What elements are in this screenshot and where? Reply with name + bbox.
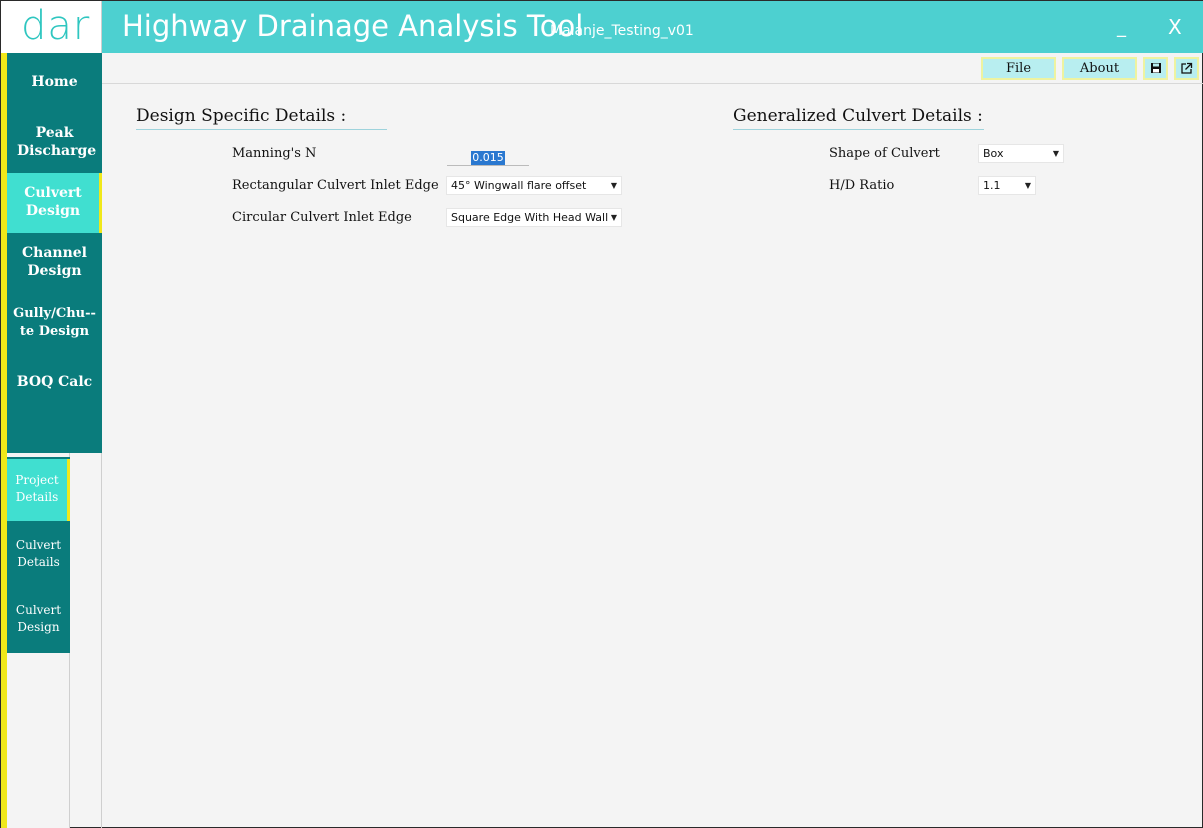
nav-item-boq-calc[interactable]: BOQ Calc	[7, 373, 102, 395]
minimize-button[interactable]: _	[1117, 17, 1126, 38]
sub-nav-item-label: Culvert Details	[15, 538, 62, 569]
nav-item-peak-discharge[interactable]: Peak Discharge	[7, 124, 102, 164]
nav-item-channel-design[interactable]: Channel Design	[7, 244, 102, 284]
nav-item-culvert-design[interactable]: Culvert Design	[7, 173, 102, 233]
close-button[interactable]: X	[1168, 15, 1182, 39]
export-button[interactable]	[1174, 57, 1199, 80]
mannings-n-label: Manning's N	[232, 146, 317, 161]
nav-item-gully-chute-design[interactable]: Gully/Chu--te Design	[7, 305, 102, 345]
hd-ratio-value: 1.1	[983, 179, 1001, 192]
nav-item-home[interactable]: Home	[7, 73, 102, 95]
file-button[interactable]: File	[981, 57, 1056, 80]
nav-item-label: Channel Design	[22, 245, 87, 279]
chevron-down-icon: ▼	[610, 181, 617, 190]
mannings-n-input[interactable]: 0.015	[447, 146, 529, 166]
sub-nav-item-culvert-design[interactable]: Culvert Design	[7, 602, 70, 642]
circ-inlet-value: Square Edge With Head Wall	[451, 211, 609, 224]
sub-nav-item-label: Culvert Design	[15, 603, 62, 634]
nav-item-label: Home	[31, 74, 78, 90]
circ-inlet-dropdown[interactable]: Square Edge With Head Wall ▼	[446, 208, 622, 227]
hd-ratio-label: H/D Ratio	[829, 178, 895, 193]
design-specific-underline	[136, 129, 387, 130]
shape-label: Shape of Culvert	[829, 146, 940, 161]
chevron-down-icon: ▼	[610, 213, 617, 222]
sub-nav-item-project-details[interactable]: Project Details	[7, 459, 70, 521]
nav-item-label: Peak Discharge	[17, 125, 97, 159]
sidebar-divider	[101, 453, 102, 828]
title-bar: Highway Drainage Analysis Tool Malanje_T…	[102, 1, 1203, 53]
mannings-n-value: 0.015	[471, 151, 505, 165]
chevron-down-icon: ▼	[1052, 149, 1059, 158]
nav-item-label: Culvert Design	[24, 185, 82, 219]
nav-item-label: Gully/Chu--te Design	[13, 306, 96, 339]
project-name: Malanje_Testing_v01	[550, 23, 694, 39]
generalized-title: Generalized Culvert Details :	[733, 106, 983, 126]
logo-text: dar	[21, 3, 91, 49]
rect-inlet-label: Rectangular Culvert Inlet Edge	[232, 178, 439, 193]
generalized-underline	[733, 129, 984, 130]
shape-dropdown[interactable]: Box ▼	[978, 144, 1064, 163]
app-title: Highway Drainage Analysis Tool	[122, 9, 584, 43]
app-window: dar Highway Drainage Analysis Tool Malan…	[0, 0, 1203, 828]
rect-inlet-dropdown[interactable]: 45° Wingwall flare offset ▼	[446, 176, 622, 195]
sub-nav-item-label: Project Details	[15, 473, 59, 504]
sub-nav-item-culvert-details[interactable]: Culvert Details	[7, 537, 70, 577]
sub-nav: Project Details Culvert Details Culvert …	[7, 457, 70, 653]
shape-value: Box	[983, 147, 1004, 160]
chevron-down-icon: ▼	[1024, 181, 1031, 190]
hd-ratio-dropdown[interactable]: 1.1 ▼	[978, 176, 1036, 195]
about-button[interactable]: About	[1062, 57, 1137, 80]
design-specific-title: Design Specific Details :	[136, 106, 347, 126]
save-icon	[1150, 63, 1161, 73]
save-button[interactable]	[1143, 57, 1168, 80]
logo: dar	[1, 1, 102, 53]
nav-item-label: BOQ Calc	[16, 374, 93, 390]
toolbar-divider	[102, 83, 1203, 84]
circ-inlet-label: Circular Culvert Inlet Edge	[232, 210, 412, 225]
external-link-icon	[1181, 62, 1193, 74]
main-nav: Home Peak Discharge Culvert Design Chann…	[7, 53, 102, 453]
rect-inlet-value: 45° Wingwall flare offset	[451, 179, 587, 192]
